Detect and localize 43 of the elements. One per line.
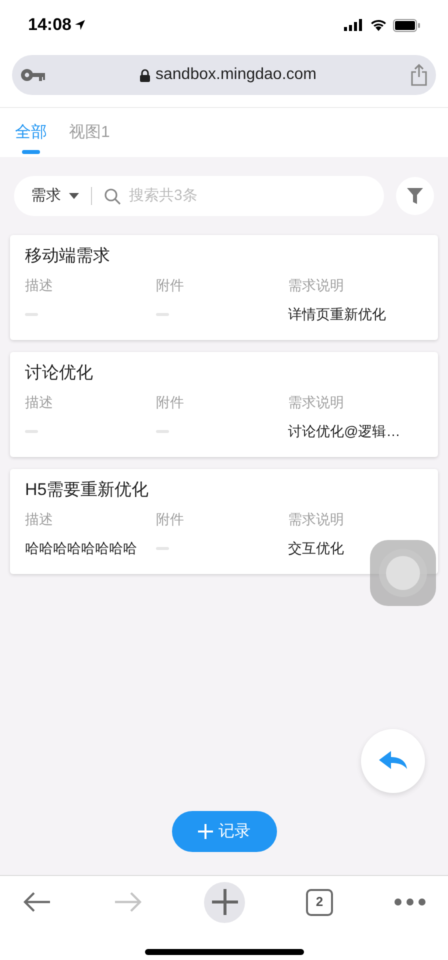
field-label: 描述: [25, 393, 54, 412]
record-title: 移动端需求: [25, 245, 111, 267]
status-time: 14:08: [28, 14, 72, 36]
location-arrow-icon: [74, 19, 86, 31]
record-card[interactable]: H5需要重新优化 描述 哈哈哈哈哈哈哈哈 附件 需求说明 交互优化: [10, 469, 438, 574]
field-label: 需求说明: [288, 510, 345, 529]
reply-arrow-icon: [378, 750, 408, 772]
field-label: 需求说明: [288, 393, 345, 412]
record-title: 讨论优化: [25, 362, 94, 384]
field-value: 详情页重新优化: [288, 305, 387, 324]
field-selector[interactable]: 需求: [31, 184, 61, 208]
back-arrow-icon[interactable]: [22, 890, 52, 914]
field-label: 描述: [25, 276, 54, 295]
field-label: 附件: [156, 276, 185, 295]
battery-icon: [393, 18, 420, 32]
filter-button[interactable]: [396, 177, 434, 215]
record-title: H5需要重新优化: [25, 479, 150, 501]
search-bar[interactable]: 需求 搜索共3条: [14, 176, 384, 216]
field-value: 哈哈哈哈哈哈哈哈: [25, 539, 138, 558]
url-text: sandbox.mingdao.com: [156, 65, 316, 85]
record-card[interactable]: 移动端需求 描述 附件 需求说明 详情页重新优化: [10, 235, 438, 340]
plus-icon: [210, 888, 238, 916]
address-bar[interactable]: sandbox.mingdao.com: [12, 55, 436, 95]
key-icon: [20, 68, 46, 82]
field-value: 交互优化: [288, 539, 345, 558]
filter-icon: [407, 188, 423, 204]
lock-icon: [140, 68, 150, 82]
field-label: 描述: [25, 510, 54, 529]
field-label: 附件: [156, 393, 185, 412]
share-icon[interactable]: [410, 64, 428, 86]
caret-icon: [69, 193, 79, 199]
field-value: 讨论优化@逻辑…: [288, 422, 402, 441]
field-label: 附件: [156, 510, 185, 529]
tab-count-button[interactable]: 2: [306, 888, 333, 916]
signal-icon: [344, 19, 364, 31]
record-card[interactable]: 讨论优化 描述 附件 需求说明 讨论优化@逻辑…: [10, 352, 438, 457]
search-field[interactable]: 搜索共3条: [129, 184, 367, 208]
field-label: 需求说明: [288, 276, 345, 295]
more-icon[interactable]: [394, 898, 426, 906]
plus-icon: [198, 824, 212, 839]
wifi-icon: [370, 19, 387, 31]
new-tab-button[interactable]: [204, 882, 245, 922]
search-icon: [104, 188, 121, 204]
